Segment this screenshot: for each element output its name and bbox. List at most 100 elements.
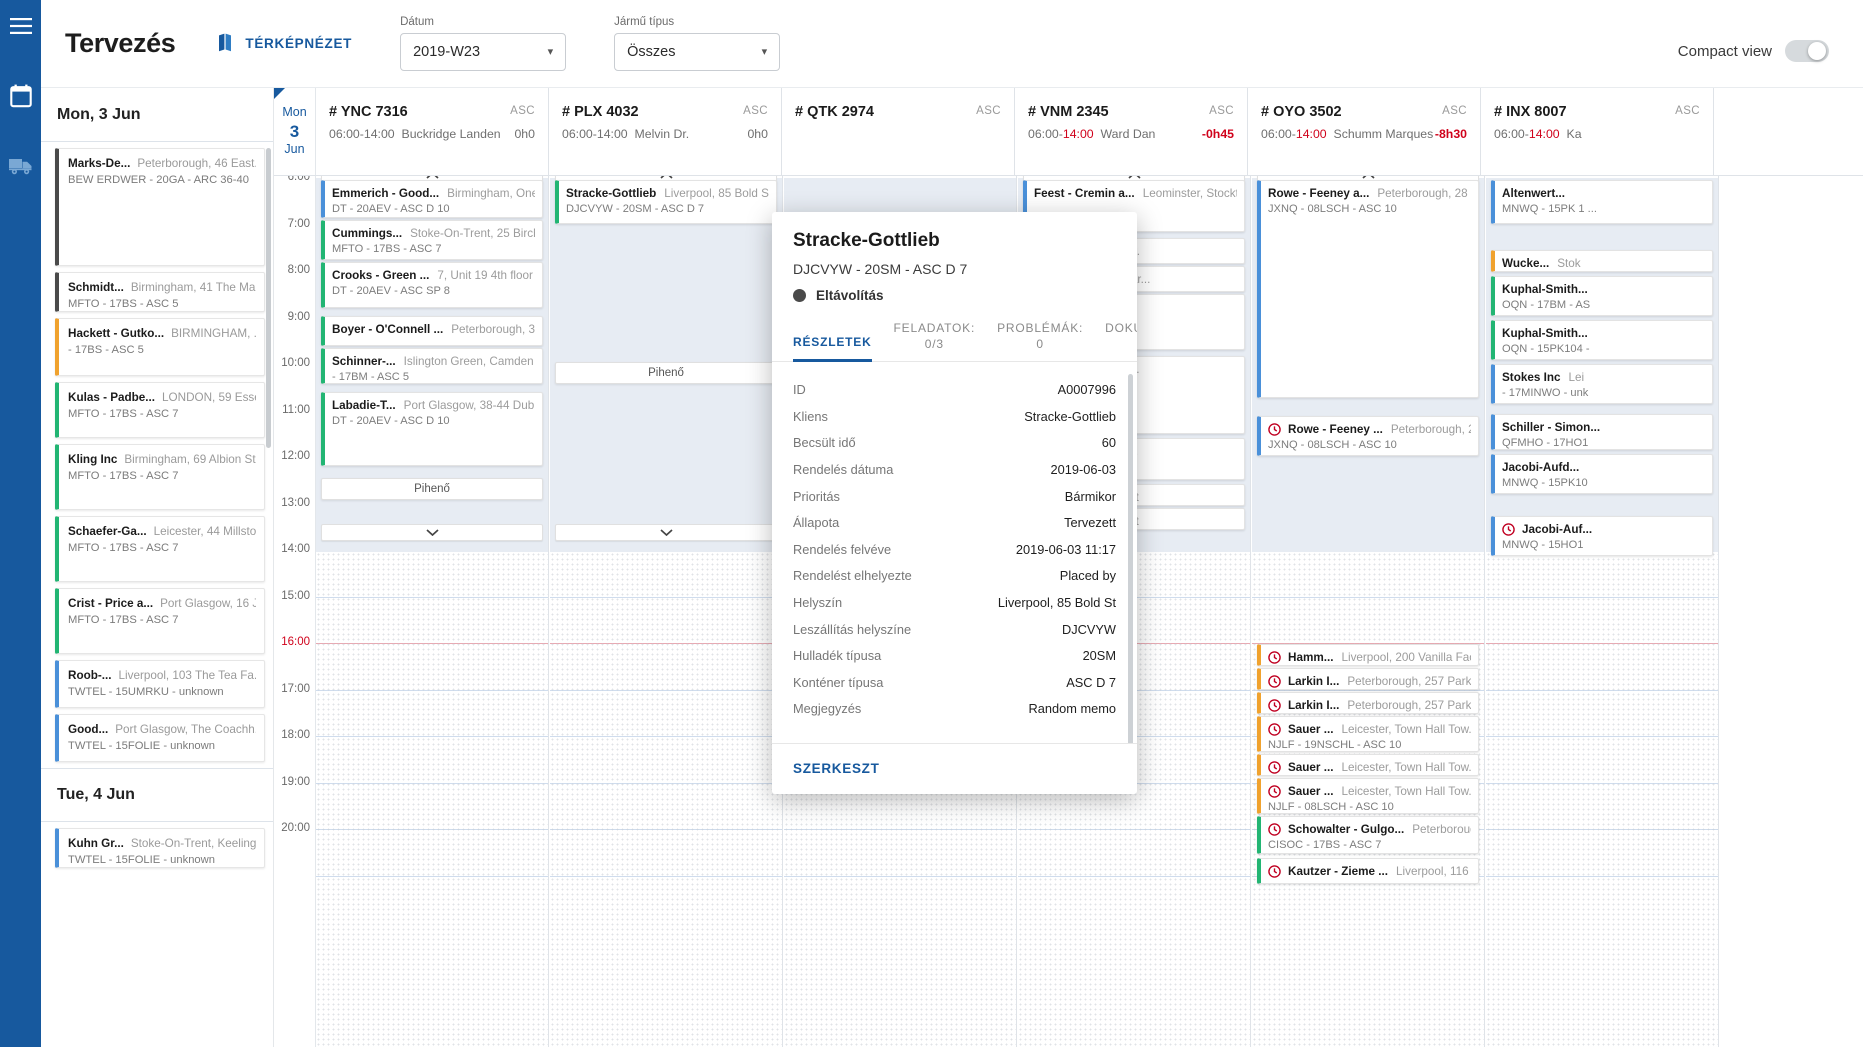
day-cell[interactable]: Mon 3 Jun	[274, 88, 316, 175]
sidebar-order-card[interactable]: Good... Port Glasgow, The Coachh... TWTEL …	[55, 714, 265, 762]
popup-tab-count: 0/3	[924, 337, 944, 352]
schedule-event-card[interactable]: Larkin I... Peterborough, 257 Park ...	[1257, 668, 1479, 690]
popup-tab-label: DOKUMENTUMOK:	[1105, 321, 1137, 335]
schedule-event-card[interactable]: Altenwert... MNWQ - 15PK 1 ...	[1491, 180, 1713, 224]
popup-tab[interactable]: FELADATOK: 0/3	[894, 320, 976, 361]
driver-name: Melvin Dr.	[634, 127, 690, 141]
schedule-event-card[interactable]: Cummings... Stoke-On-Trent, 25 Birch ... M…	[321, 220, 543, 260]
schedule-event-card[interactable]: Labadie-T... Port Glasgow, 38-44 Dub... DT…	[321, 392, 543, 466]
schedule-event-card[interactable]: Schowalter - Gulgo... Peterboroug... CISOC…	[1257, 816, 1479, 854]
vehicle-column-header[interactable]: # VNM 2345 06:00-14:00 Ward Dan ASC -0h45	[1015, 88, 1248, 175]
popup-tab[interactable]: DOKUMENTUMOK:0	[1105, 320, 1137, 361]
schedule-event-card[interactable]: Kuphal-Smith... OQN - 17BM - AS	[1491, 276, 1713, 316]
schedule-event-card[interactable]: Kuphal-Smith... OQN - 15PK104 -	[1491, 320, 1713, 360]
event-line-1: Schowalter - Gulgo... Peterboroug...	[1268, 822, 1471, 837]
event-line-1: Labadie-T... Port Glasgow, 38-44 Dub...	[332, 398, 535, 413]
sidebar-order-card[interactable]: Crist - Price a... Port Glasgow, 16 Jo...…	[55, 588, 265, 654]
sidebar-order-card[interactable]: Hackett - Gutko... BIRMINGHAM, ... - 17BS …	[55, 318, 265, 376]
sidebar-scrollbar[interactable]	[266, 148, 271, 448]
date-select[interactable]: 2019-W23 ▾	[400, 33, 567, 71]
popup-detail-row: Hulladék típusa 20SM	[793, 642, 1116, 669]
detail-value: Placed by	[1059, 568, 1116, 584]
schedule-event-card[interactable]: Sauer ... Leicester, Town Hall Tow... NJLF…	[1257, 778, 1479, 814]
sidebar-order-list[interactable]: Marks-De... Peterborough, 46 East... BEW E…	[41, 148, 273, 762]
collapse-down-button[interactable]	[321, 524, 543, 541]
popup-tabs[interactable]: RÉSZLETEK FELADATOK:0/3 PROBLÉMÁK:0 DOKUMEN…	[772, 320, 1137, 363]
time-label: 12:00	[281, 450, 310, 462]
event-line-1: Altenwert...	[1502, 186, 1705, 201]
compact-view-toggle[interactable]	[1785, 40, 1829, 62]
edit-button[interactable]: SZERKESZT	[793, 761, 880, 776]
schedule-event-card[interactable]: Jacobi-Auf... MNWQ - 15HO1	[1491, 516, 1713, 556]
vehicle-track[interactable]: Altenwert... MNWQ - 15PK 1 ... Wucke... Sto…	[1486, 176, 1719, 1047]
popup-scrollbar[interactable]	[1128, 374, 1133, 743]
unassigned-orders-sidebar[interactable]: Mon, 3 Jun Marks-De... Peterborough, 46 E…	[41, 88, 274, 1047]
detail-key: ID	[793, 382, 806, 398]
schedule-event-card[interactable]: Stokes Inc Lei - 17MINWO - unk	[1491, 364, 1713, 404]
time-label: 13:00	[281, 496, 310, 509]
vehicle-column-header[interactable]: # YNC 7316 06:00-14:00 Buckridge Landen AS…	[316, 88, 549, 175]
schedule-event-card[interactable]: Jacobi-Aufd... MNWQ - 15PK10	[1491, 454, 1713, 494]
map-view-button[interactable]: TÉRKÉPNÉZET	[219, 33, 352, 55]
schedule-event-card[interactable]: Schiller - Simon... QFMHO - 17HO1	[1491, 414, 1713, 450]
event-line-1: Crooks - Green ... 7, Unit 19 4th floor .…	[332, 268, 535, 283]
order-name: Schaefer-Ga...	[68, 525, 147, 538]
calendar-icon[interactable]	[9, 84, 33, 108]
vehicle-column-header[interactable]: # INX 8007 06:00-14:00 Ka ASC	[1481, 88, 1714, 175]
sidebar-order-list-2[interactable]: Kuhn Gr... Stoke-On-Trent, Keeling... TWTE…	[41, 828, 273, 868]
event-name: Stracke-Gottlieb	[566, 187, 657, 200]
order-name: Kling Inc	[68, 453, 118, 466]
schedule-event-card[interactable]: Rowe - Feeney ... Peterborough, 2... JXNQ …	[1257, 416, 1479, 456]
event-meta: CISOC - 17BS - ASC 7	[1268, 839, 1382, 852]
vehicle-column-header[interactable]: # OYO 3502 06:00-14:00 Schumm Marques ASC -…	[1248, 88, 1481, 175]
sidebar-order-card[interactable]: Kulas - Padbe... LONDON, 59 Essex... MFTO …	[55, 382, 265, 438]
map-view-label: TÉRKÉPNÉZET	[245, 36, 353, 51]
status-dot-icon	[793, 289, 806, 302]
schedule-event-card[interactable]: Emmerich - Good... Birmingham, One ... DT …	[321, 180, 543, 218]
event-name: Rowe - Feeney a...	[1268, 187, 1370, 200]
schedule-event-card[interactable]: Larkin I... Peterborough, 257 Park ...	[1257, 692, 1479, 714]
vehicle-asc-label: ASC	[1675, 105, 1700, 117]
event-line-1: Stokes Inc Lei	[1502, 370, 1705, 385]
pause-block[interactable]: Pihenő	[555, 362, 777, 384]
sidebar-order-card[interactable]: Schmidt... Birmingham, 41 The Mail... MFTO…	[55, 272, 265, 312]
schedule-event-card[interactable]: Sauer ... Leicester, Town Hall Tow...	[1257, 754, 1479, 776]
schedule-event-card[interactable]: Wucke... Stok	[1491, 250, 1713, 272]
event-address: Liverpool, 200 Vanilla Fac...	[1341, 651, 1471, 664]
sidebar-order-card[interactable]: Roob-... Liverpool, 103 The Tea Fa... TWTE…	[55, 660, 265, 708]
menu-icon[interactable]	[9, 14, 33, 38]
collapse-down-button[interactable]	[555, 524, 777, 541]
vehicle-track[interactable]: Pihenő Emmerich - Good... Birmingham, One …	[316, 176, 549, 1047]
sidebar-order-card[interactable]: Marks-De... Peterborough, 46 East... BEW E…	[55, 148, 265, 266]
vehicle-column-header[interactable]: # QTK 2974 ASC	[782, 88, 1015, 175]
vehicle-column-header[interactable]: # PLX 4032 06:00-14:00 Melvin Dr. ASC 0h0	[549, 88, 782, 175]
vehicle-type-select[interactable]: Összes ▾	[614, 33, 781, 71]
pause-block[interactable]: Pihenő	[321, 478, 543, 500]
order-address: Stoke-On-Trent, Keeling...	[130, 837, 256, 850]
clock-alert-icon	[1268, 423, 1281, 436]
popup-tab[interactable]: RÉSZLETEK	[793, 334, 872, 363]
schedule-event-card[interactable]: Kautzer - Zieme ... Liverpool, 116 ...	[1257, 858, 1479, 884]
event-line-1: Kautzer - Zieme ... Liverpool, 116 ...	[1268, 864, 1471, 879]
clock-alert-icon	[1268, 699, 1281, 712]
schedule-event-card[interactable]: Sauer ... Leicester, Town Hall Tow... NJLF…	[1257, 716, 1479, 752]
sidebar-order-card[interactable]: Schaefer-Ga... Leicester, 44 Millsto... MF…	[55, 516, 265, 582]
clock-alert-icon	[1268, 723, 1281, 736]
event-address: Stok	[1557, 257, 1581, 270]
schedule-event-card[interactable]: Crooks - Green ... 7, Unit 19 4th floor .…	[321, 262, 543, 308]
time-label: 6:00	[287, 176, 310, 183]
schedule-event-card[interactable]: Hamm... Liverpool, 200 Vanilla Fac...	[1257, 644, 1479, 666]
schedule-event-card[interactable]: Schinner-... Islington Green, Camden ... -…	[321, 348, 543, 384]
sidebar-order-card[interactable]: Kuhn Gr... Stoke-On-Trent, Keeling... TWTE…	[55, 828, 265, 868]
schedule-event-card[interactable]: Stracke-Gottlieb Liverpool, 85 Bold St DJC…	[555, 180, 777, 224]
order-detail-popup[interactable]: Stracke-Gottlieb DJCVYW - 20SM - ASC D 7…	[772, 212, 1137, 794]
schedule-event-card[interactable]: Boyer - O'Connell ... Peterborough, 3 ...	[321, 316, 543, 346]
vehicle-track[interactable]: Rowe - Feeney a... Peterborough, 28 ... JX…	[1252, 176, 1485, 1047]
vehicle-track[interactable]: Pihenő Stracke-Gottlieb Liverpool, 85 Bold…	[550, 176, 783, 1047]
event-line-1: Jacobi-Aufd...	[1502, 460, 1705, 475]
schedule-event-card[interactable]: Rowe - Feeney a... Peterborough, 28 ... JX…	[1257, 180, 1479, 398]
popup-tab[interactable]: PROBLÉMÁK: 0	[997, 320, 1083, 361]
sidebar-order-card[interactable]: Kling Inc Birmingham, 69 Albion St MFTO - …	[55, 444, 265, 510]
event-name: Altenwert...	[1502, 187, 1565, 200]
truck-icon[interactable]	[8, 154, 33, 178]
